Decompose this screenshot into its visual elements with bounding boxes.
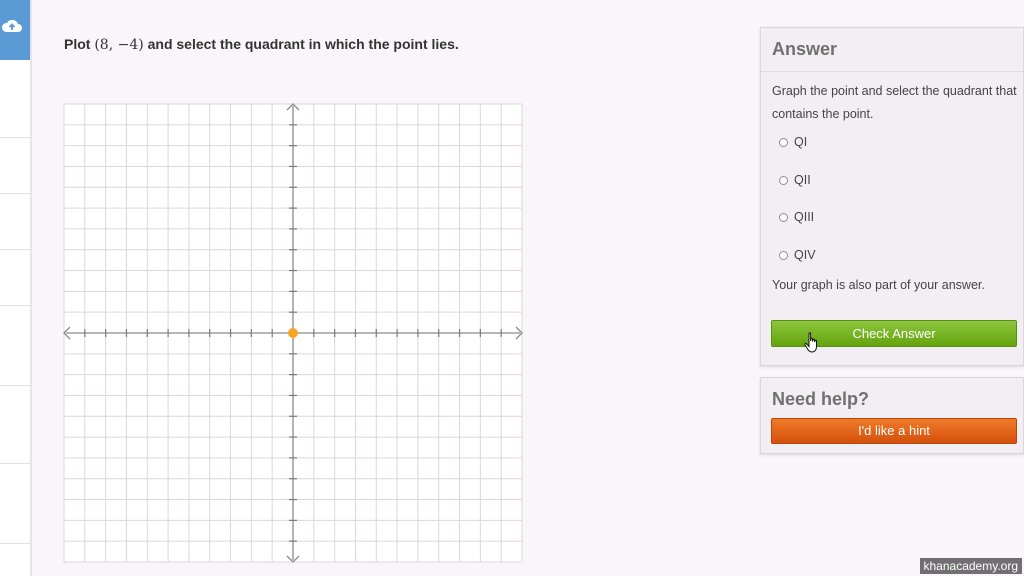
radio-qi[interactable] [779, 137, 788, 147]
radio-qiii[interactable] [779, 212, 788, 222]
answer-divider [761, 71, 1023, 72]
rail-divider [0, 305, 30, 306]
option-label: QI [794, 135, 808, 149]
option-label: QII [794, 173, 811, 187]
option-qii[interactable]: QII [779, 171, 811, 189]
answer-title: Answer [772, 39, 838, 59]
rail-divider [0, 385, 30, 386]
hand-pointer-icon [804, 332, 817, 353]
question-prefix: Plot [64, 36, 91, 52]
option-qi[interactable]: QI [779, 133, 807, 151]
rail-divider [0, 543, 30, 544]
watermark: khanacademy.org [919, 558, 1022, 574]
answer-panel: Answer Graph the point and select the qu… [760, 27, 1024, 366]
movable-point[interactable] [288, 328, 298, 338]
rail-divider [0, 463, 30, 464]
option-qiv[interactable]: QIV [779, 246, 816, 264]
answer-prompt: Graph the point and select the quadrant … [772, 84, 1017, 121]
coordinate-graph[interactable] [60, 100, 526, 566]
upload-tab[interactable] [0, 0, 30, 60]
hint-button[interactable]: I'd like a hint [771, 418, 1017, 444]
radio-qiv[interactable] [779, 250, 788, 260]
question-text: Plot (8, −4) and select the quadrant in … [64, 36, 459, 53]
answer-note: Your graph is also part of your answer. [772, 278, 985, 292]
rail-divider [0, 193, 30, 194]
option-label: QIII [794, 210, 815, 224]
left-rail [0, 0, 31, 576]
question-suffix: and select the quadrant in which the poi… [147, 36, 459, 52]
option-label: QIV [794, 248, 816, 262]
radio-qii[interactable] [779, 175, 788, 185]
option-qiii[interactable]: QIII [779, 208, 814, 226]
help-panel: Need help? I'd like a hint [760, 377, 1024, 454]
content-edge [30, 0, 32, 576]
question-point: (8, −4) [94, 37, 144, 53]
help-title: Need help? [772, 389, 870, 409]
rail-divider [0, 137, 30, 138]
rail-divider [0, 249, 30, 250]
cloud-upload-icon [1, 19, 23, 32]
